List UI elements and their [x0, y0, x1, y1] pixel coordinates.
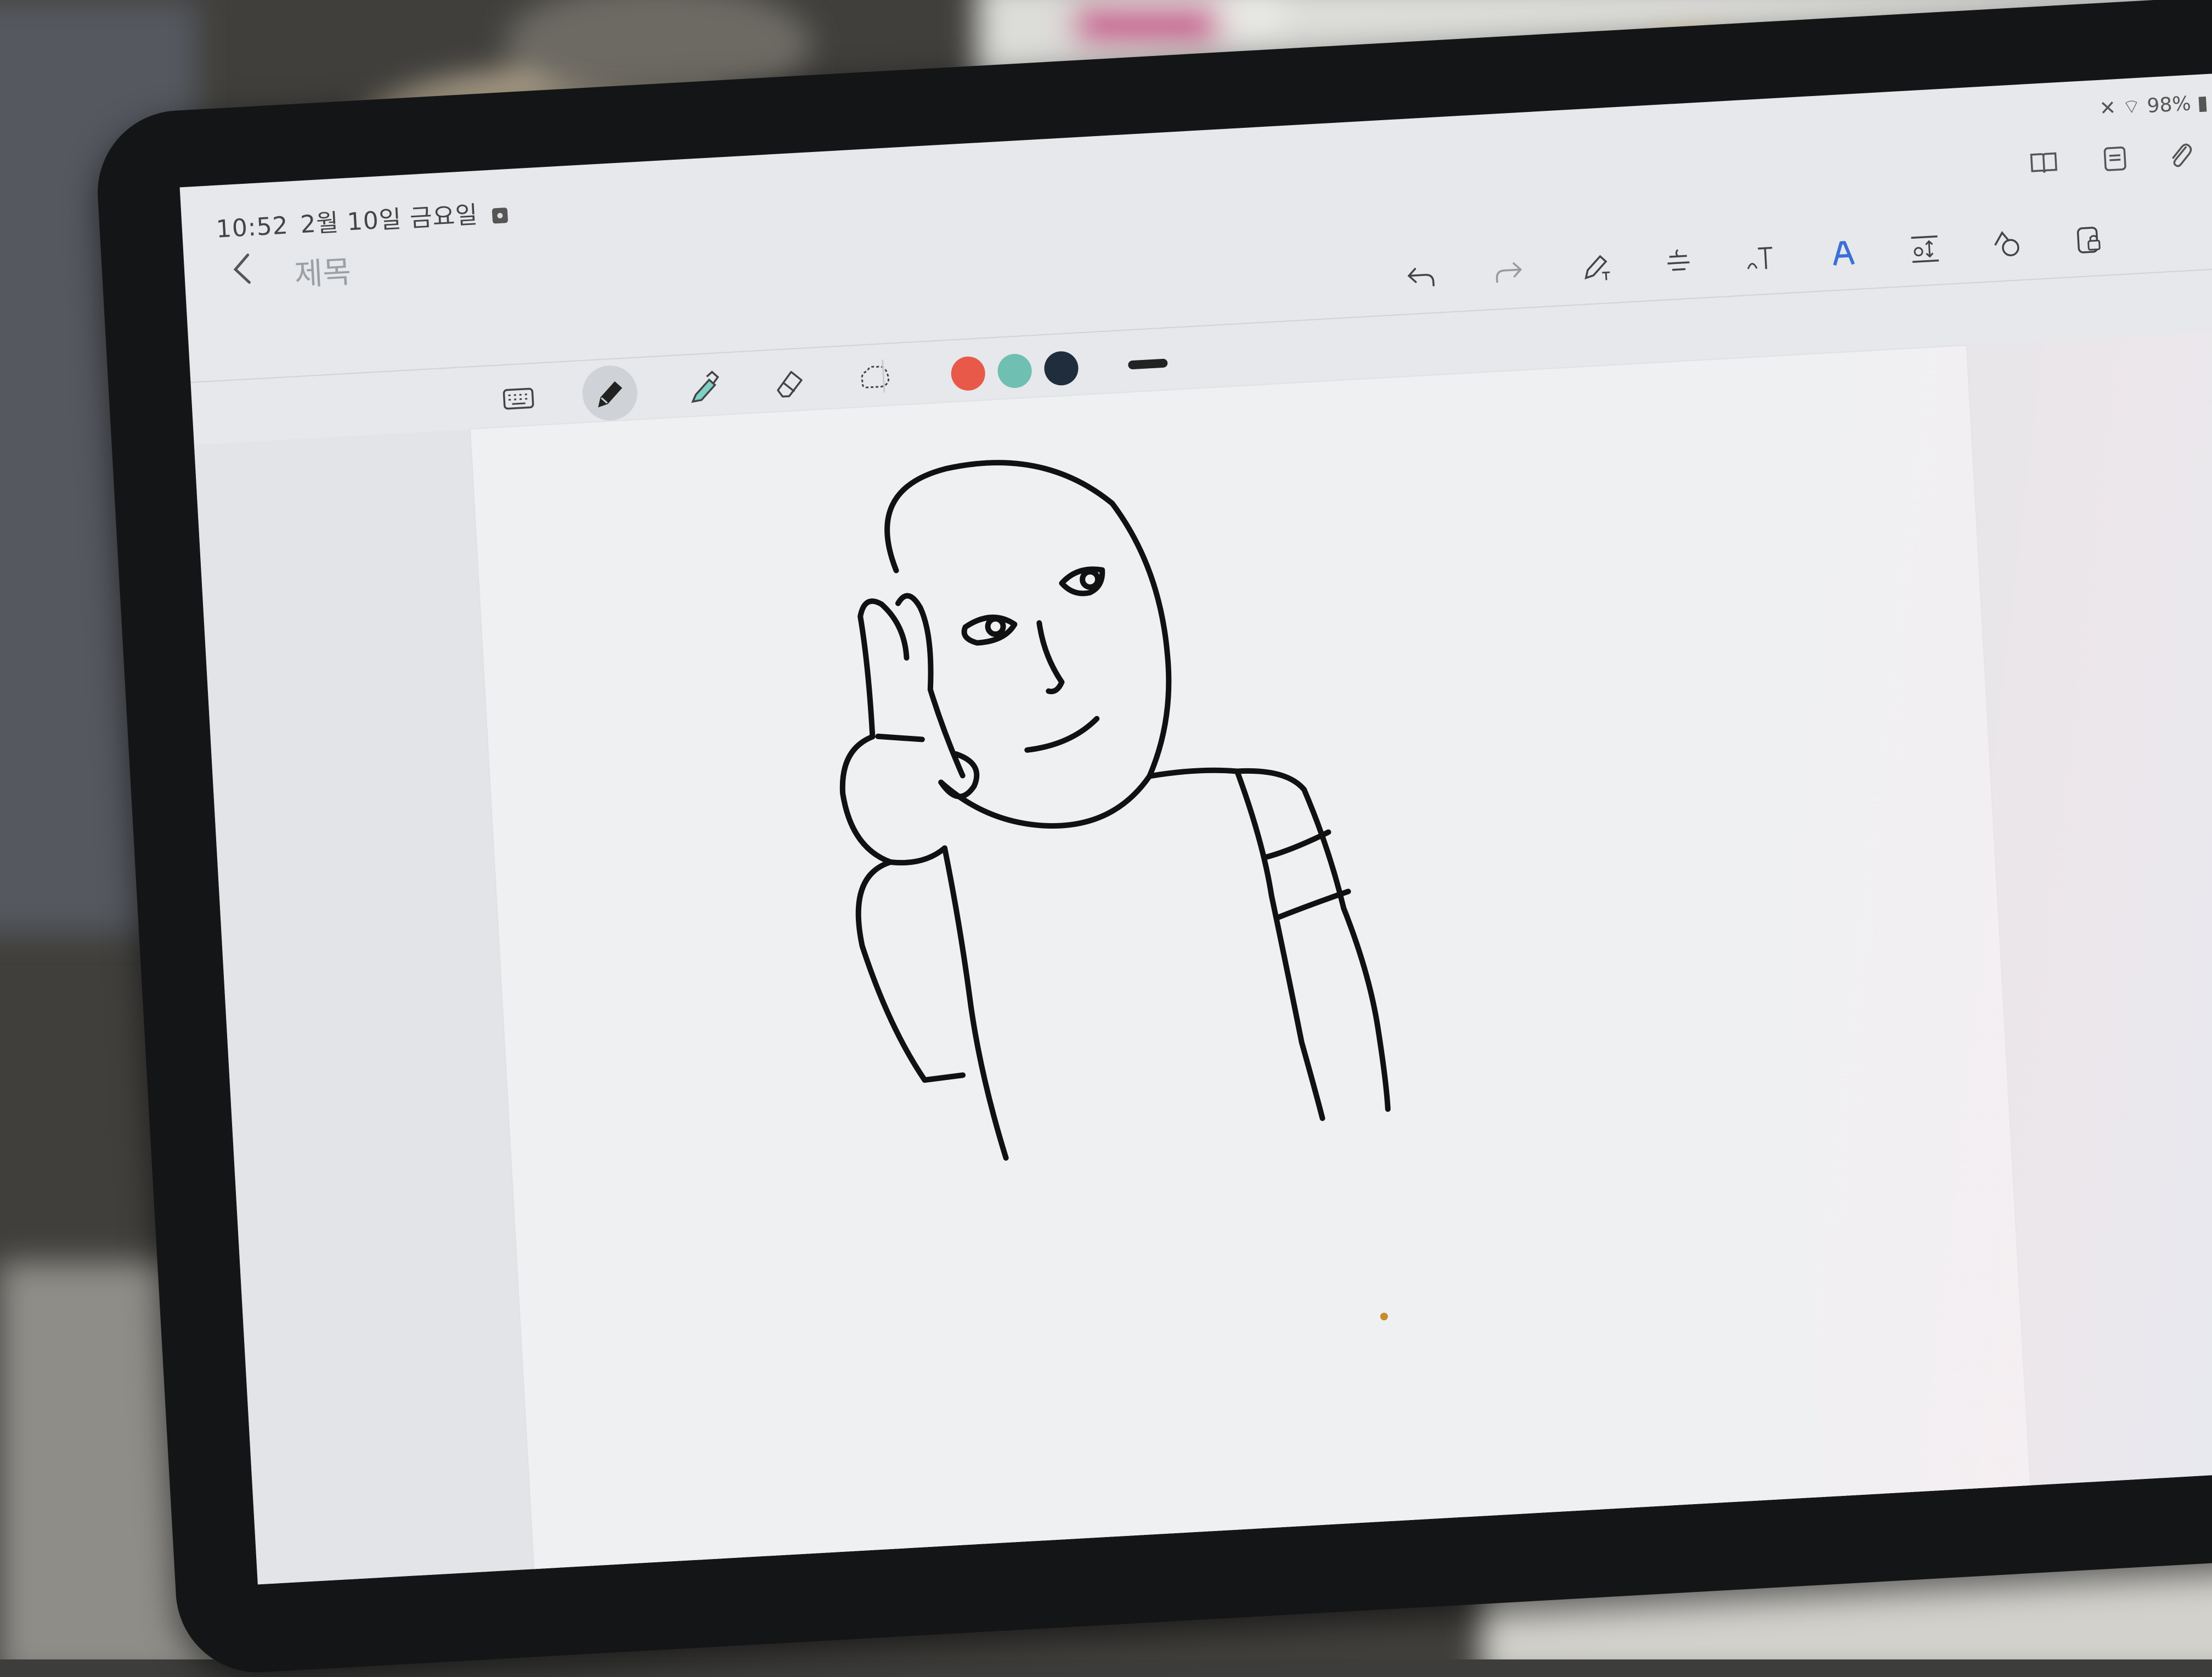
attach-icon	[2172, 143, 2192, 167]
color-swatch-red[interactable]	[950, 356, 986, 392]
keyboard-icon	[503, 387, 534, 410]
shapes-icon	[1994, 231, 2019, 257]
shoulder-line	[1147, 767, 1307, 792]
back-button[interactable]	[222, 249, 262, 289]
note-title-field[interactable]: 제목	[293, 247, 352, 295]
note-page[interactable]	[471, 346, 2030, 1569]
sleeve-band-1	[1261, 829, 1331, 860]
pen-tool-button[interactable]	[581, 364, 639, 422]
attach-button[interactable]	[2160, 135, 2201, 176]
cuff-line	[875, 733, 925, 742]
mute-icon: ✕	[2098, 97, 2117, 120]
pen-to-text-button[interactable]	[1573, 244, 1620, 290]
lasso-icon	[861, 365, 890, 389]
pen-icon	[598, 381, 623, 408]
left-arm	[855, 845, 1009, 1161]
tablet-device: 10:52 2월 10일 금요일 ✕ ⌔ 98% ▮ 제목	[93, 0, 2212, 1677]
page-view-icon	[2103, 147, 2126, 171]
battery-icon: ▮	[2196, 91, 2209, 115]
wifi-icon: ⌔	[2121, 95, 2142, 119]
lasso-tool-button[interactable]	[845, 350, 903, 407]
undo-button[interactable]	[1398, 254, 1444, 300]
book-view-button[interactable]	[2023, 143, 2064, 183]
lock-button[interactable]	[2066, 217, 2112, 263]
right-pupil	[1080, 569, 1101, 590]
right-arm-inner	[1234, 768, 1325, 1121]
text-color-button[interactable]	[1820, 230, 1866, 277]
eraser-icon	[777, 370, 803, 398]
shapes-button[interactable]	[1984, 221, 2030, 267]
undo-icon	[1407, 268, 1435, 286]
pen-to-text-icon	[1584, 255, 1610, 280]
line-spacing-button[interactable]	[1902, 226, 1948, 272]
highlighter-icon	[691, 370, 719, 403]
sleeve-band-2	[1275, 888, 1351, 920]
color-swatch-teal[interactable]	[996, 353, 1033, 389]
status-indicators: ✕ ⌔ 98% ▮	[2099, 91, 2209, 121]
battery-text: 98%	[2146, 92, 2192, 117]
eraser-tool-button[interactable]	[761, 354, 819, 412]
mouth	[1024, 716, 1100, 753]
lock-icon	[2076, 227, 2101, 254]
redo-icon	[1496, 262, 1522, 283]
color-swatch-navy[interactable]	[1043, 350, 1080, 386]
hand-fingers	[857, 593, 966, 779]
text-style-icon	[1747, 246, 1773, 269]
canvas-area[interactable]	[194, 329, 2212, 1585]
pen-drawing	[839, 460, 1391, 1161]
text-color-icon	[1833, 241, 1855, 266]
redo-button[interactable]	[1486, 249, 1532, 295]
chevron-left-icon	[233, 254, 251, 284]
book-view-icon	[2030, 152, 2057, 173]
notes-app-screen: 10:52 2월 10일 금요일 ✕ ⌔ 98% ▮ 제목	[179, 72, 2212, 1585]
text-style-button[interactable]	[1737, 235, 1784, 282]
screen-record-icon	[492, 207, 509, 224]
status-clock: 10:52 2월 10일 금요일	[215, 193, 509, 245]
status-date-text: 2월 10일 금요일	[300, 201, 479, 239]
stroke-width-button[interactable]	[1127, 358, 1168, 370]
straighten-button[interactable]	[1655, 240, 1701, 286]
hand-palm	[839, 734, 947, 866]
line-spacing-icon	[1911, 235, 1939, 263]
page-view-button[interactable]	[2095, 139, 2135, 179]
keyboard-button[interactable]	[489, 369, 547, 427]
straighten-icon	[1667, 249, 1690, 271]
nose	[1036, 620, 1065, 695]
status-time-text: 10:52	[215, 211, 290, 244]
highlighter-tool-button[interactable]	[674, 359, 732, 417]
more-options-button[interactable]	[2210, 132, 2212, 173]
left-pupil	[985, 616, 1006, 637]
